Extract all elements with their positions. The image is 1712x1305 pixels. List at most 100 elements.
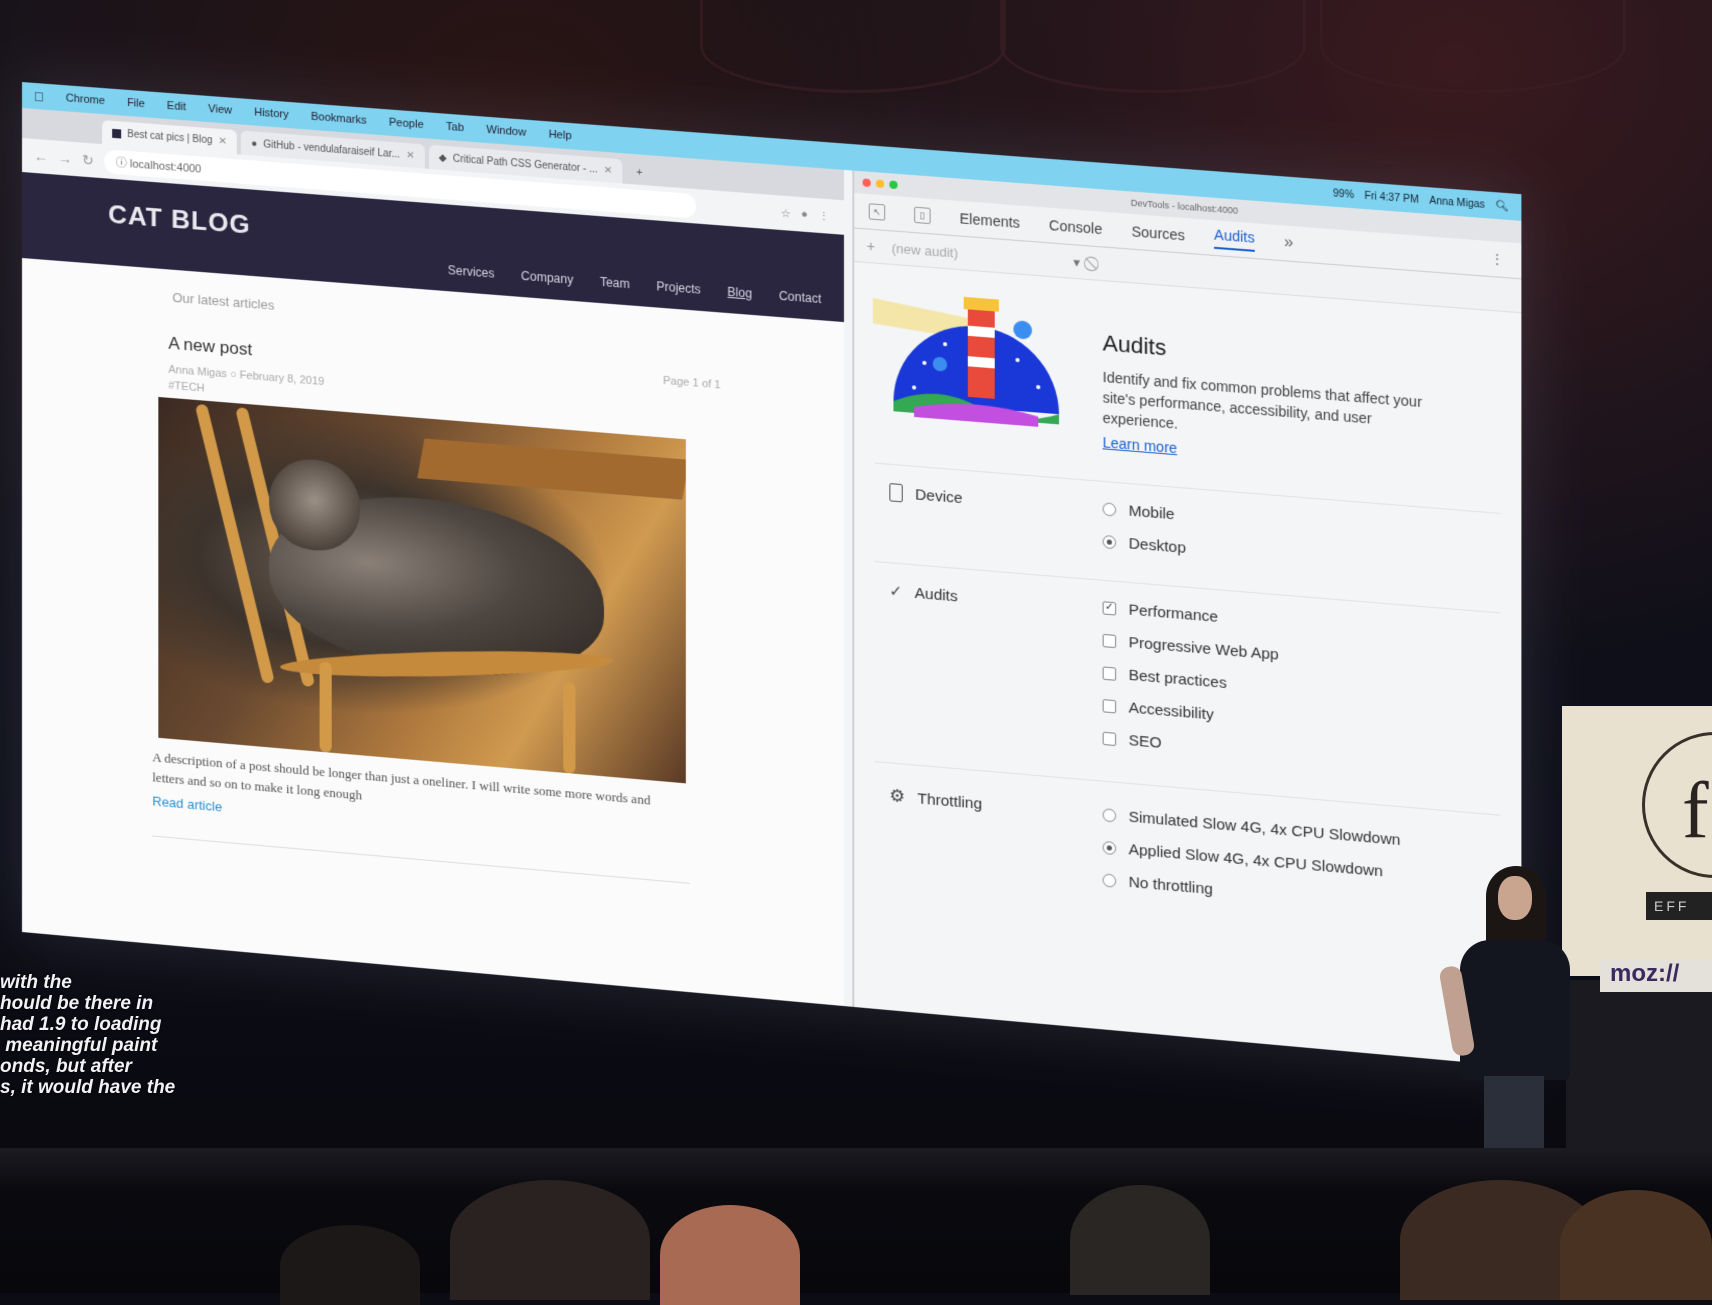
checkbox[interactable] [1102,698,1117,713]
audience-head [1560,1190,1712,1300]
nav-link[interactable]: Contact [779,289,822,306]
tab-console[interactable]: Console [1049,217,1102,237]
caption-line: hould be there in [0,993,154,1014]
site-content: Our latest articles A new post Page 1 of… [22,258,844,1007]
checkbox[interactable] [1102,665,1117,681]
gear-icon: ⚙ [889,785,906,807]
table-shape [417,438,686,500]
menu-item[interactable]: View [208,103,232,117]
audience-head [660,1205,800,1305]
read-article-link[interactable]: Read article [152,793,222,814]
chair-spindle [194,403,275,684]
close-tab-icon[interactable]: ✕ [604,164,613,176]
devtools-panel: DevTools - localhost:4000 ↖ ▯ Elements C… [852,170,1522,1068]
curtain-drape [1320,0,1626,93]
tab-audits[interactable]: Audits [1214,226,1255,252]
radio-button-selected[interactable] [1102,840,1117,855]
apple-icon[interactable]:  [34,88,44,104]
speaker-torso [1460,940,1570,1080]
caption-line: onds, but after [0,1056,132,1077]
nav-link-active[interactable]: Blog [727,285,752,301]
reload-icon[interactable]: ↻ [82,151,94,169]
menu-kebab-icon[interactable]: ⋮ [818,209,829,223]
audience-head [280,1225,420,1305]
nav-link[interactable]: Team [600,275,630,291]
page-count: Page 1 of 1 [663,374,721,392]
close-tab-icon[interactable]: ✕ [406,149,415,161]
browser-window: Best cat pics | Blog ✕ ● GitHub - vendul… [22,108,844,1007]
menu-item[interactable]: File [127,97,145,110]
clock[interactable]: Fri 4:37 PM [1364,190,1418,205]
menu-item[interactable]: Bookmarks [311,111,367,127]
minimize-window-icon[interactable] [875,179,885,189]
post-title[interactable]: A new post [168,334,252,361]
radio-button[interactable] [1102,872,1117,888]
site-logo[interactable]: CAT BLOG [108,199,251,241]
checkbox[interactable] [1102,633,1117,648]
cat-photo [158,396,686,784]
audit-select[interactable]: (new audit) [892,240,1078,270]
caption-line: meaningful paint [0,1035,158,1056]
user-name[interactable]: Anna Migas [1429,195,1485,210]
close-tab-icon[interactable]: ✕ [219,135,227,147]
lighthouse-logo [872,296,1060,427]
checkbox[interactable] [1102,731,1117,746]
post-author: Anna Migas [168,363,227,381]
menu-item[interactable]: Tab [446,121,464,134]
radio-button-selected[interactable] [1102,534,1117,549]
speaker-face [1498,876,1532,920]
option-label: Mobile [1128,501,1175,523]
radio-button[interactable] [1102,807,1117,823]
option-label: SEO [1128,731,1162,752]
post-tag[interactable]: #TECH [168,380,204,395]
back-icon[interactable]: ← [34,148,48,165]
forward-icon[interactable]: → [58,150,72,167]
stage-edge [0,1148,1712,1188]
chair-leg [319,661,332,753]
menu-item[interactable]: People [389,116,424,131]
menu-item[interactable]: Chrome [66,92,105,107]
device-option-desktop[interactable]: Desktop [1102,525,1186,564]
extension-icon[interactable]: ● [801,208,808,222]
menu-item[interactable]: Window [486,124,526,139]
close-window-icon[interactable] [862,178,871,188]
diamond-icon: ◆ [438,151,447,164]
nav-link[interactable]: Services [448,263,495,281]
option-label: Progressive Web App [1128,633,1279,664]
audience-head [450,1180,650,1300]
audit-category-options: ✓ Performance Progressive Web App Best p… [1102,591,1279,769]
battery-status[interactable]: 99% [1333,188,1354,201]
podium-sign: moz:// [1600,960,1712,992]
audits-title: Audits [1102,330,1167,361]
checkmark-icon: ✓ [889,582,903,601]
add-audit-icon[interactable]: + [867,238,875,255]
inspect-element-icon[interactable]: ↖ [868,203,886,221]
bookmark-star-icon[interactable]: ☆ [781,206,791,220]
speaker [1438,866,1590,1166]
more-tabs-icon[interactable]: » [1284,234,1293,253]
tab-sources[interactable]: Sources [1131,223,1184,243]
search-icon[interactable]: 🔍︎ [1495,200,1508,212]
projection-screen:  Chrome File Edit View History Bookmark… [22,82,1522,1068]
maximize-window-icon[interactable] [889,180,898,190]
tab-elements[interactable]: Elements [960,210,1020,231]
url-text: localhost:4000 [130,158,202,176]
throttling-label-text: Throttling [917,789,983,813]
nav-link[interactable]: Projects [656,279,700,297]
curtain-drape [1000,0,1306,93]
nav-link[interactable]: Company [521,269,573,287]
devtools-menu-icon[interactable]: ⋮ [1490,250,1505,269]
new-tab-button[interactable]: + [626,160,652,186]
menu-item[interactable]: History [254,106,289,121]
option-label: Accessibility [1128,698,1214,724]
menu-item[interactable]: Edit [167,100,186,113]
checkbox-checked[interactable]: ✓ [1102,600,1117,616]
section-heading: Our latest articles [172,289,275,313]
option-label: Best practices [1128,666,1227,692]
device-label-text: Device [915,485,963,507]
device-toolbar-icon[interactable]: ▯ [914,206,931,225]
radio-button[interactable] [1102,501,1117,517]
menu-item[interactable]: Help [549,128,572,142]
audience-head [1070,1185,1210,1295]
learn-more-link[interactable]: Learn more [1103,434,1178,456]
